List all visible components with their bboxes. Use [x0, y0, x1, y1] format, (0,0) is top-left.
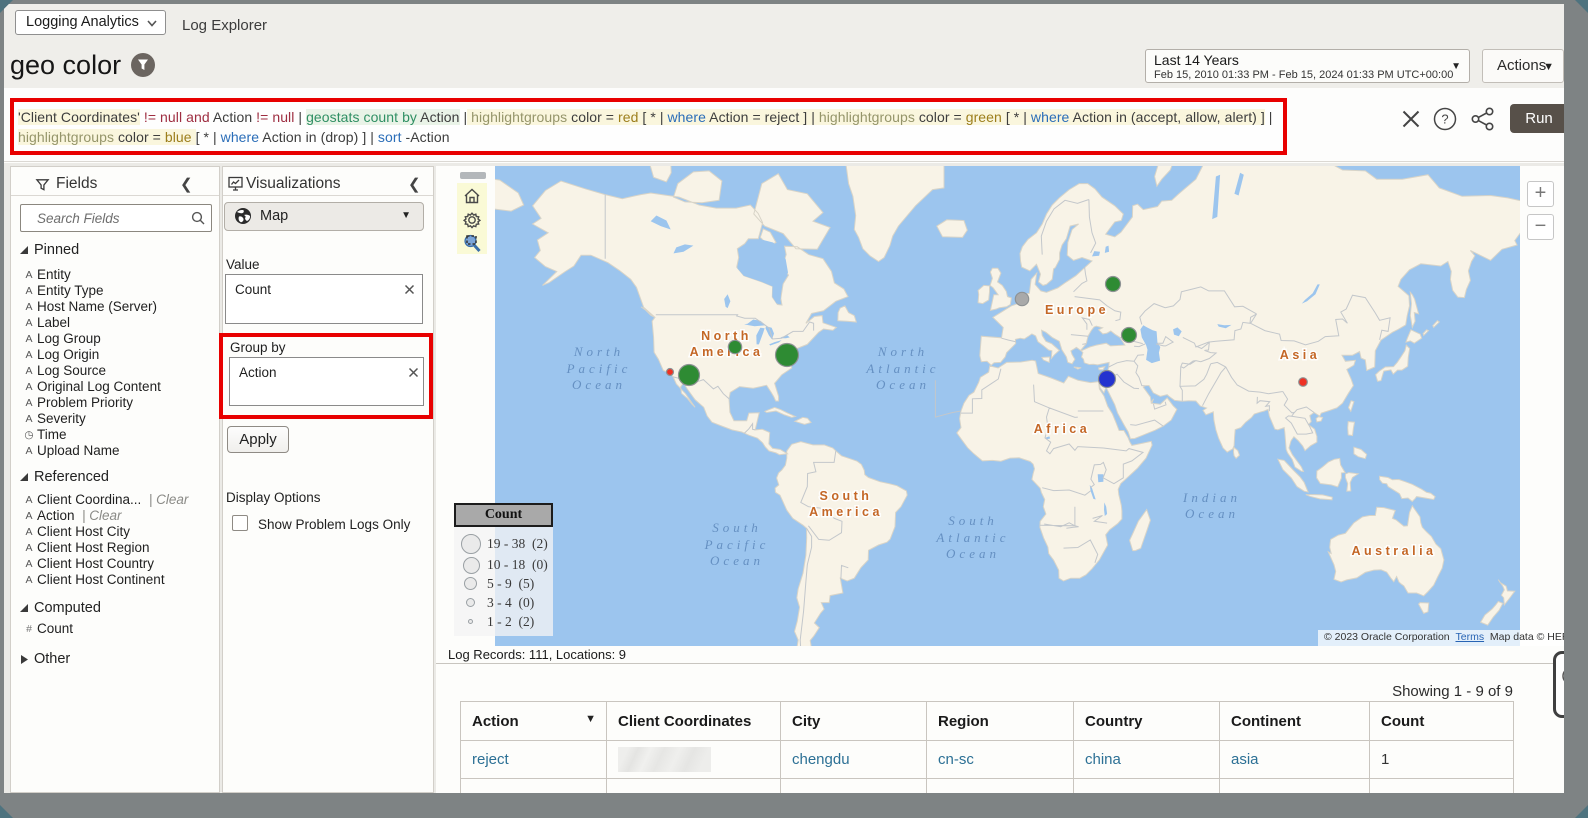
svg-text:North: North: [573, 344, 624, 359]
svg-text:Africa: Africa: [1034, 422, 1090, 436]
svg-text:Pacific: Pacific: [566, 361, 632, 376]
svg-text:Ocean: Ocean: [946, 546, 1000, 561]
svg-text:Europe: Europe: [1045, 303, 1109, 317]
svg-text:South: South: [712, 520, 762, 535]
svg-text:Pacific: Pacific: [704, 537, 770, 552]
svg-text:South: South: [948, 513, 998, 528]
svg-text:Atlantic: Atlantic: [935, 530, 1009, 545]
svg-text:Australia: Australia: [1352, 544, 1437, 558]
svg-text:Ocean: Ocean: [710, 553, 764, 568]
svg-text:North: North: [877, 344, 928, 359]
svg-text:America: America: [809, 505, 883, 519]
svg-text:?: ?: [1441, 112, 1448, 127]
svg-text:Ocean: Ocean: [572, 377, 626, 392]
svg-text:Atlantic: Atlantic: [865, 361, 939, 376]
svg-text:Indian: Indian: [1182, 490, 1241, 505]
svg-text:Ocean: Ocean: [1185, 506, 1239, 521]
svg-text:Asia: Asia: [1280, 348, 1320, 362]
svg-text:North: North: [701, 329, 752, 343]
svg-text:Ocean: Ocean: [876, 377, 930, 392]
svg-text:South: South: [820, 489, 873, 503]
svg-text:America: America: [690, 345, 764, 359]
